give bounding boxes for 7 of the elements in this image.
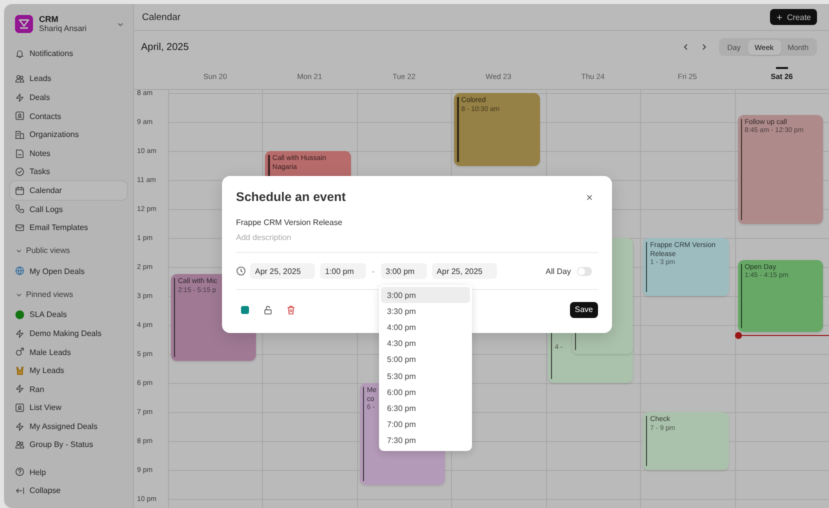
app-name: CRM [39,15,60,24]
user-name: Shariq Ansari [39,24,88,33]
all-day-label: All Day [546,266,571,276]
dialog-title: Schedule an event [236,190,346,204]
page-title: Calendar [142,12,181,22]
range-separator: - [372,266,375,276]
month-title: April, 2025 [141,42,189,52]
